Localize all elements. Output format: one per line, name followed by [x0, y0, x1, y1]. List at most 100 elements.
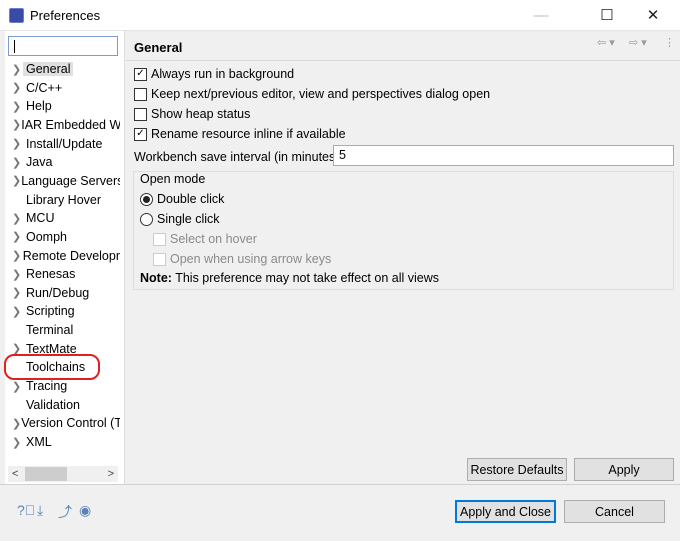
- radio-label: Single click: [157, 212, 220, 226]
- tree-item[interactable]: ❯ MCU: [12, 209, 120, 227]
- window-title: Preferences: [30, 8, 101, 23]
- help-icon[interactable]: ?⃝: [17, 502, 35, 518]
- checkbox-icon: [153, 232, 166, 246]
- tree-item-label: Language Servers: [21, 173, 120, 188]
- note-body: This preference may not take effect on a…: [171, 271, 439, 285]
- tree-item-label: MCU: [26, 211, 55, 226]
- chevron-right-icon[interactable]: ❯: [12, 137, 26, 150]
- option-checkbox[interactable]: Keep next/previous editor, view and pers…: [134, 85, 490, 103]
- tree-item-label: Remote Developr: [22, 248, 120, 263]
- checkbox-label: Select on hover: [170, 232, 257, 246]
- tree-item-label: C/C++: [26, 80, 63, 95]
- chevron-right-icon[interactable]: ❯: [12, 81, 26, 94]
- arrow-keys-checkbox[interactable]: Open when using arrow keys: [153, 250, 331, 268]
- tree-item-label: Install/Update: [26, 136, 103, 151]
- back-icon[interactable]: ⇦ ▾: [597, 36, 615, 49]
- interval-label: Workbench save interval (in minutes):: [134, 150, 343, 164]
- apply-and-close-button[interactable]: Apply and Close: [455, 500, 556, 523]
- footer-divider: [0, 484, 680, 485]
- view-menu-icon[interactable]: ⋮: [664, 36, 675, 49]
- page-title: General: [134, 40, 183, 55]
- tree-item-label: Tracing: [26, 379, 68, 394]
- chevron-right-icon[interactable]: ❯: [12, 174, 21, 187]
- tree-item[interactable]: ❯ Version Control (T: [12, 414, 120, 432]
- scroll-left-icon[interactable]: <: [12, 468, 18, 480]
- checkbox-label: Rename resource inline if available: [151, 127, 346, 141]
- chevron-right-icon[interactable]: ❯: [12, 156, 26, 169]
- option-checkbox[interactable]: Show heap status: [134, 105, 250, 123]
- chevron-right-icon[interactable]: ❯: [12, 212, 26, 225]
- tree-item-label: Validation: [26, 397, 80, 412]
- tree-item-label: Java: [26, 155, 53, 170]
- interval-input[interactable]: 5: [333, 145, 674, 166]
- cancel-button[interactable]: Cancel: [564, 500, 665, 523]
- chevron-right-icon[interactable]: ❯: [12, 230, 26, 243]
- scroll-right-icon[interactable]: >: [108, 468, 114, 480]
- export-icon[interactable]: ⤴: [58, 502, 72, 522]
- chevron-right-icon[interactable]: ❯: [12, 417, 21, 430]
- chevron-right-icon[interactable]: ❯: [12, 305, 26, 318]
- tree-item[interactable]: Terminal: [12, 321, 120, 339]
- checkbox-icon: ✓: [134, 127, 147, 141]
- forward-icon[interactable]: ⇨ ▾: [629, 36, 647, 49]
- minimize-button[interactable]: —: [518, 0, 564, 30]
- radio-icon: [140, 192, 153, 206]
- tree-item-label: Renesas: [26, 267, 76, 282]
- tree-item[interactable]: ❯ IAR Embedded W: [12, 116, 120, 134]
- note-text: Note: This preference may not take effec…: [140, 271, 439, 285]
- import-icon[interactable]: ⤓: [37, 502, 43, 519]
- note-bold: Note:: [140, 271, 172, 285]
- checkbox-label: Always run in background: [151, 67, 295, 81]
- apply-button[interactable]: Apply: [574, 458, 674, 481]
- tree-item[interactable]: ❯ Help: [12, 97, 120, 115]
- tree-item[interactable]: ❯ C/C++: [12, 79, 120, 97]
- double-click-radio[interactable]: Double click: [140, 190, 224, 208]
- close-button[interactable]: ✕: [630, 0, 676, 30]
- tree-item[interactable]: ❯ Scripting: [12, 302, 120, 320]
- open-mode-label: Open mode: [140, 172, 206, 186]
- tree-item[interactable]: ❯ General: [12, 60, 120, 78]
- chevron-right-icon[interactable]: ❯: [12, 380, 26, 393]
- tree-item[interactable]: ❯ Renesas: [12, 265, 120, 283]
- tree-item-label: Library Hover: [26, 192, 102, 207]
- radio-icon: [140, 212, 153, 226]
- tree-item[interactable]: Library Hover: [12, 191, 120, 209]
- chevron-right-icon[interactable]: ❯: [12, 436, 26, 449]
- checkbox-icon: [153, 252, 166, 266]
- tree-item[interactable]: ❯ Java: [12, 153, 120, 171]
- restore-defaults-button[interactable]: Restore Defaults: [467, 458, 567, 481]
- tree-item[interactable]: ❯ Language Servers: [12, 172, 120, 190]
- scrollbar-thumb[interactable]: [25, 467, 67, 481]
- annotation-circle: [4, 354, 100, 380]
- tree-item[interactable]: ❯ Run/Debug: [12, 284, 120, 302]
- maximize-button[interactable]: ☐: [584, 0, 630, 30]
- tree-item-label: IAR Embedded W: [21, 117, 120, 132]
- tree-item[interactable]: ❯ Oomph: [12, 228, 120, 246]
- tree-item-label: Scripting: [26, 304, 75, 319]
- option-checkbox[interactable]: ✓ Rename resource inline if available: [134, 125, 346, 143]
- select-on-hover-checkbox[interactable]: Select on hover: [153, 230, 257, 248]
- tree-item[interactable]: Validation: [12, 396, 120, 414]
- checkbox-label: Show heap status: [151, 107, 251, 121]
- chevron-right-icon[interactable]: ❯: [12, 286, 26, 299]
- title-bar: [0, 0, 680, 31]
- chevron-right-icon[interactable]: ❯: [12, 100, 26, 113]
- chevron-right-icon[interactable]: ❯: [12, 249, 23, 262]
- tree-item[interactable]: ❯ Install/Update: [12, 135, 120, 153]
- tree-item-label: Run/Debug: [26, 285, 90, 300]
- chevron-right-icon[interactable]: ❯: [12, 268, 26, 281]
- tree-item[interactable]: ❯ Remote Developr: [12, 247, 120, 265]
- tree-item-label: Terminal: [26, 323, 74, 338]
- single-click-radio[interactable]: Single click: [140, 210, 220, 228]
- filter-input[interactable]: [8, 36, 118, 56]
- chevron-right-icon[interactable]: ❯: [12, 118, 21, 131]
- app-icon: [9, 8, 24, 23]
- checkbox-label: Keep next/previous editor, view and pers…: [151, 87, 491, 101]
- checkbox-icon: [134, 107, 147, 121]
- tree-item-label: Help: [26, 99, 52, 114]
- record-icon[interactable]: ◉: [79, 502, 91, 519]
- tree-item[interactable]: ❯ XML: [12, 433, 120, 451]
- header-divider: [126, 60, 680, 61]
- option-checkbox[interactable]: ✓ Always run in background: [134, 65, 294, 83]
- tree-item-label: Version Control (T: [21, 416, 120, 431]
